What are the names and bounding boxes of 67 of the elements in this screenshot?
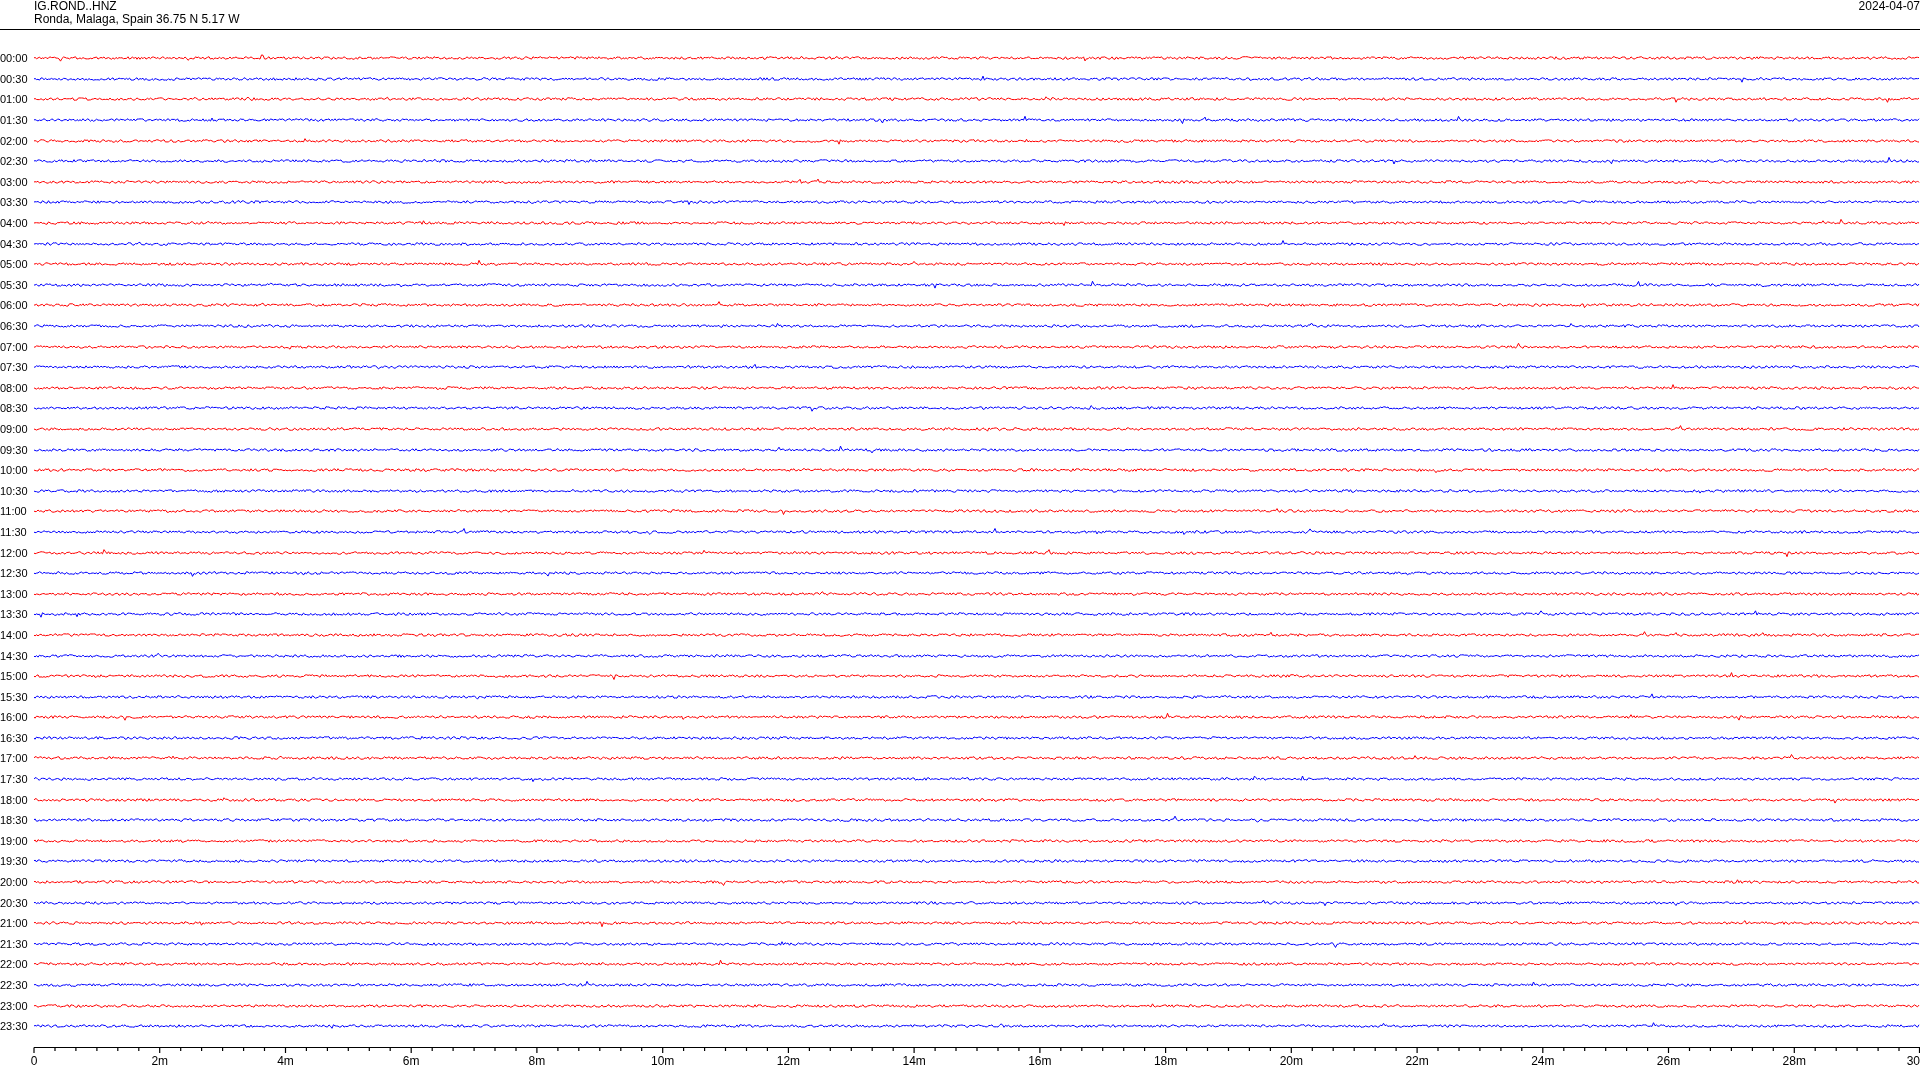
time-label: 22:00 xyxy=(0,958,29,971)
time-label: 09:00 xyxy=(0,423,29,435)
time-label: 02:00 xyxy=(0,134,29,147)
time-label: 10:30 xyxy=(0,484,29,497)
station-code: IG.ROND..HNZ xyxy=(34,0,117,13)
axis-label: 2m xyxy=(151,1053,169,1068)
time-label: 07:30 xyxy=(0,361,29,374)
time-label: 04:30 xyxy=(0,237,29,250)
time-label: 23:30 xyxy=(0,1020,29,1033)
time-label: 11:00 xyxy=(0,505,28,518)
time-label: 03:00 xyxy=(0,175,29,188)
time-label: 14:00 xyxy=(0,628,29,641)
time-label: 01:30 xyxy=(0,114,29,127)
axis-label: 14m xyxy=(902,1053,926,1068)
time-label: 01:00 xyxy=(0,93,29,106)
time-label: 12:30 xyxy=(0,567,29,580)
time-label: 18:30 xyxy=(0,814,29,827)
axis-label: 30 xyxy=(1906,1053,1920,1068)
station-location: Ronda, Malaga, Spain 36.75 N 5.17 W xyxy=(34,13,240,26)
time-label: 11:30 xyxy=(0,525,28,538)
time-label: 08:30 xyxy=(0,402,29,415)
time-label: 05:30 xyxy=(0,278,29,291)
time-label: 19:30 xyxy=(0,855,29,868)
axis-label: 0 xyxy=(30,1053,38,1068)
time-label: 17:00 xyxy=(0,752,29,765)
axis-label: 24m xyxy=(1531,1053,1555,1068)
time-label: 06:00 xyxy=(0,299,29,312)
time-label: 13:30 xyxy=(0,608,29,621)
time-label: 00:00 xyxy=(0,52,29,65)
time-label: 12:00 xyxy=(0,546,29,559)
time-label: 17:30 xyxy=(0,773,29,786)
axis-label: 20m xyxy=(1279,1053,1303,1068)
time-label: 20:30 xyxy=(0,896,29,909)
axis-label: 26m xyxy=(1656,1053,1681,1068)
axis-label: 16m xyxy=(1028,1053,1052,1068)
time-label: 18:00 xyxy=(0,793,29,806)
time-label: 22:30 xyxy=(0,979,29,991)
axis-label: 4m xyxy=(277,1053,294,1068)
time-label: 16:00 xyxy=(0,711,29,724)
time-label: 13:00 xyxy=(0,587,29,600)
time-label: 08:00 xyxy=(0,381,29,394)
time-label: 15:30 xyxy=(0,690,29,703)
time-label: 06:30 xyxy=(0,320,29,332)
axis-label: 8m xyxy=(528,1053,546,1068)
time-label: 21:00 xyxy=(0,917,29,930)
axis-label: 28m xyxy=(1782,1053,1806,1068)
time-label: 07:00 xyxy=(0,340,29,353)
axis-label: 10m xyxy=(651,1053,675,1068)
time-label: 19:00 xyxy=(0,834,29,847)
time-label: 03:30 xyxy=(0,196,29,209)
axis-label: 12m xyxy=(776,1053,801,1068)
date-label: 2024-04-07 xyxy=(1858,0,1920,13)
time-label: 15:00 xyxy=(0,670,29,683)
time-label: 21:30 xyxy=(0,937,29,950)
time-label: 10:00 xyxy=(0,464,29,477)
time-label: 23:00 xyxy=(0,999,29,1012)
time-label: 16:30 xyxy=(0,731,29,744)
time-label: 09:30 xyxy=(0,443,29,456)
time-label: 04:00 xyxy=(0,217,29,230)
axis-label: 6m xyxy=(402,1053,420,1068)
time-label: 05:00 xyxy=(0,258,29,271)
axis-label: 18m xyxy=(1153,1053,1178,1068)
time-label: 14:30 xyxy=(0,649,29,662)
time-label: 20:00 xyxy=(0,876,29,889)
axis-label: 22m xyxy=(1405,1053,1429,1068)
time-label: 02:30 xyxy=(0,155,29,168)
time-label: 00:30 xyxy=(0,72,29,85)
